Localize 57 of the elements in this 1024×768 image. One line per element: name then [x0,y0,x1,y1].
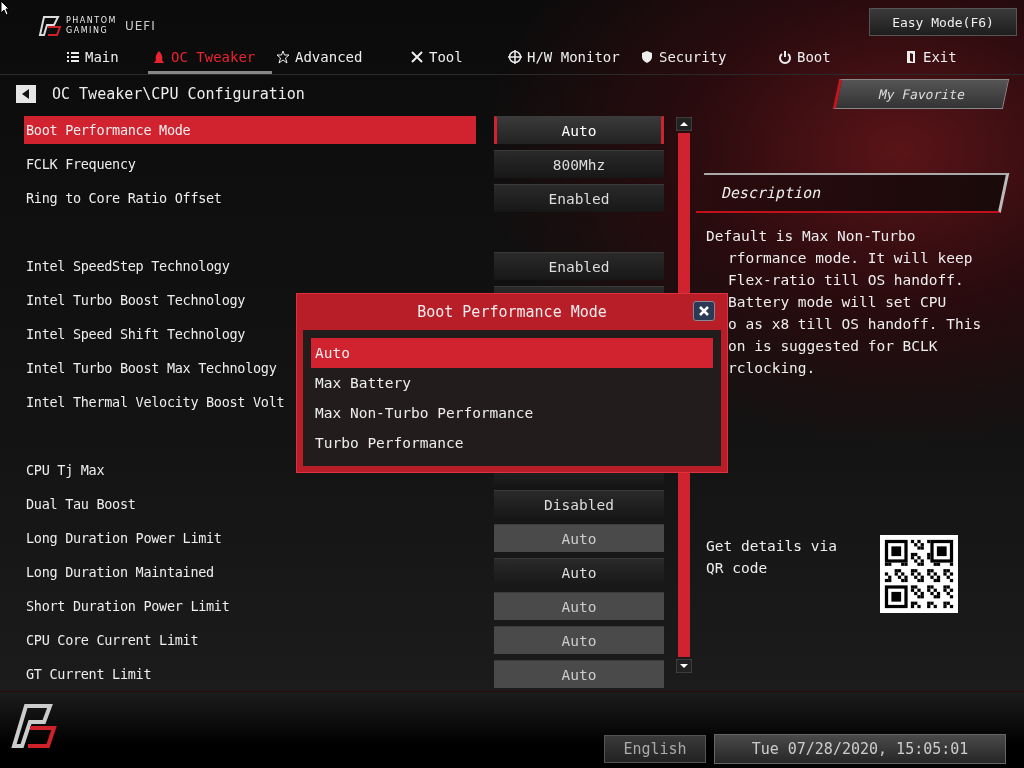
pg-logo-icon [38,15,62,37]
menu-tab[interactable]: Security [636,42,774,75]
setting-value[interactable]: Enabled [494,252,664,281]
menu-tab[interactable]: Exit [900,42,1020,75]
tab-icon [904,49,918,64]
setting-label[interactable]: Boot Performance Mode [24,116,476,145]
description-text: on is suggested for BCLK [727,337,939,357]
tab-icon [640,49,654,64]
setting-label[interactable]: Long Duration Maintained [24,558,476,587]
tab-icon [410,49,424,64]
setting-value[interactable]: Auto [494,116,664,145]
dialog-option[interactable]: Max Non-Turbo Performance [311,398,713,428]
mouse-cursor-icon [0,0,10,16]
dialog-option[interactable]: Auto [311,338,713,368]
menu-tab[interactable]: OC Tweaker [148,42,272,75]
menu-tab[interactable]: Tool [406,42,504,75]
dialog-option[interactable]: Turbo Performance [311,428,713,458]
dialog-title: Boot Performance Mode [417,303,607,321]
date-time-display: Tue 07/28/2020, 15:05:01 [714,734,1006,764]
brand-name: GAMING [66,26,110,36]
description-text: o as x8 till OS handoff. This [727,315,983,335]
breadcrumb-path: OC Tweaker\CPU Configuration [52,85,305,104]
tab-icon [508,49,522,64]
menu-tab[interactable]: Boot [774,42,900,75]
menu-tab[interactable]: Main [62,42,148,75]
uefi-label: UEFI [124,19,156,33]
scroll-up-icon[interactable] [676,117,692,132]
back-button[interactable] [16,85,36,104]
description-header: Description [695,173,1010,214]
tab-icon [276,49,290,64]
tab-icon [66,49,80,64]
description-text: Flex-ratio till OS handoff. [727,271,965,291]
setting-label[interactable]: Dual Tau Boost [24,490,476,519]
description-text: Default is Max Non-Turbo [706,227,917,247]
setting-label[interactable]: FCLK Frequency [24,150,476,179]
brand-name: PHANTOM [66,16,117,26]
setting-label[interactable]: Intel SpeedStep Technology [24,252,476,281]
language-button[interactable]: English [604,735,706,763]
easy-mode-button[interactable]: Easy Mode(F6) [869,8,1017,36]
setting-value[interactable]: Enabled [494,184,664,213]
description-text: rclocking. [727,359,817,379]
tab-icon [778,49,792,64]
close-button[interactable] [693,301,715,321]
setting-value[interactable]: 800Mhz [494,150,664,179]
close-icon [698,305,710,317]
menu-tab[interactable]: H/W Monitor [504,42,636,75]
my-favorite-button[interactable]: My Favorite [832,79,1010,110]
setting-label[interactable]: Ring to Core Ratio Offset [24,184,476,213]
qr-caption: Get details via QR code [706,537,838,579]
menu-tab[interactable]: Advanced [272,42,406,75]
tab-icon [152,49,166,64]
dialog-option[interactable]: Max Battery [311,368,713,398]
qr-code-icon [880,535,958,614]
description-text: rformance mode. It will keep [727,249,974,269]
back-arrow-icon [22,89,30,100]
description-text: Battery mode will set CPU [727,293,948,313]
scroll-down-icon[interactable] [676,659,692,674]
